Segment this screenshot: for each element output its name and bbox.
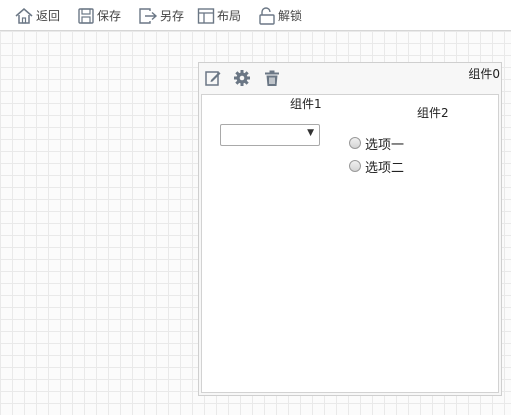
save-button[interactable]: 保存 bbox=[77, 6, 121, 26]
component-0-body: 组件1 ▼ 组件2 选项一 选项二 bbox=[201, 94, 499, 393]
toolbar: 返回 保存 另存 布局 解锁 bbox=[0, 0, 511, 31]
component-0-title: 组件0 bbox=[468, 67, 500, 81]
component-1-label: 组件1 bbox=[290, 97, 322, 111]
save-icon bbox=[77, 7, 95, 25]
radio-option-2[interactable]: 选项二 bbox=[349, 157, 405, 176]
back-button[interactable]: 返回 bbox=[14, 6, 60, 26]
component-2-label: 组件2 bbox=[417, 106, 449, 120]
layout-button[interactable]: 布局 bbox=[197, 6, 241, 26]
radio-option-label: 选项二 bbox=[365, 160, 405, 176]
back-label: 返回 bbox=[36, 9, 61, 23]
save-as-label: 另存 bbox=[160, 9, 185, 23]
home-icon bbox=[14, 7, 34, 25]
radio-button[interactable] bbox=[349, 160, 361, 172]
radio-option-1[interactable]: 选项一 bbox=[349, 134, 405, 153]
component-1-select[interactable]: ▼ bbox=[220, 124, 320, 146]
dropdown-arrow-icon: ▼ bbox=[307, 128, 314, 138]
unlock-label: 解锁 bbox=[278, 9, 303, 23]
export-icon bbox=[138, 7, 158, 25]
component-0-panel[interactable]: 组件0 组件1 ▼ 组件2 选项一 选项二 bbox=[198, 62, 502, 396]
trash-icon[interactable] bbox=[263, 69, 281, 87]
unlock-icon bbox=[258, 7, 276, 25]
layout-label: 布局 bbox=[217, 9, 242, 23]
radio-option-label: 选项一 bbox=[365, 137, 405, 153]
gear-icon[interactable] bbox=[233, 69, 251, 87]
unlock-button[interactable]: 解锁 bbox=[258, 6, 302, 26]
save-label: 保存 bbox=[97, 9, 122, 23]
radio-button[interactable] bbox=[349, 137, 361, 149]
edit-icon[interactable] bbox=[204, 69, 222, 87]
layout-icon bbox=[197, 7, 215, 25]
save-as-button[interactable]: 另存 bbox=[138, 6, 184, 26]
